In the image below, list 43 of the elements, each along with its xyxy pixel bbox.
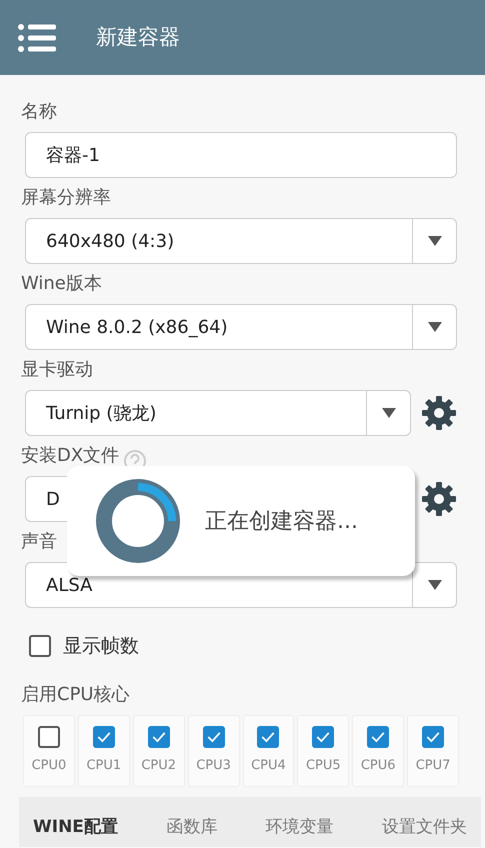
checkbox[interactable] <box>257 726 280 748</box>
checkbox[interactable] <box>422 726 444 748</box>
dropdown[interactable]: Turnip (骁龙) <box>25 390 411 436</box>
cpu-label: CPU7 <box>416 756 450 775</box>
dropdown-caret-icon <box>428 236 442 246</box>
cpu-label: CPU0 <box>32 756 66 775</box>
field-label: 名称 <box>21 101 57 123</box>
cpu-label: CPU3 <box>196 756 231 775</box>
settings-icon[interactable] <box>421 481 457 517</box>
dropdown[interactable]: Wine 8.0.2 (x86_64) <box>25 304 457 350</box>
checkbox[interactable] <box>202 726 225 748</box>
cpu-label: CPU2 <box>141 756 176 775</box>
section-label: 启用CPU核心 <box>21 684 130 706</box>
menu-icon[interactable] <box>18 22 56 52</box>
field-label: Wine版本 <box>21 273 102 295</box>
cpu-label: CPU1 <box>86 756 122 775</box>
checkbox[interactable] <box>312 726 334 748</box>
cpu-label: CPU5 <box>306 756 341 775</box>
tab[interactable]: 环境变量 <box>262 815 338 840</box>
screen-title: 新建容器 <box>96 24 180 51</box>
dropdown[interactable]: 640x480 (4:3) <box>25 218 457 264</box>
tab[interactable]: 函数库 <box>162 815 222 840</box>
field-label: 显卡驱动 <box>21 359 93 381</box>
dropdown-caret-icon <box>382 408 396 418</box>
checkbox[interactable] <box>38 726 60 748</box>
text-field[interactable]: 容器-1 <box>25 132 457 178</box>
settings-icon[interactable] <box>421 395 457 431</box>
dialog-message: 正在创建容器... <box>205 508 358 536</box>
checkbox[interactable] <box>29 635 51 658</box>
dropdown-caret-icon <box>428 580 442 590</box>
checkbox-label: 显示帧数 <box>63 634 139 659</box>
loading-spinner-icon <box>95 478 181 564</box>
field-label: 声音 <box>21 531 57 553</box>
checkbox[interactable] <box>92 726 115 748</box>
field-label: 屏幕分辨率 <box>21 187 111 209</box>
tab[interactable]: 设置文件夹 <box>378 815 471 840</box>
checkbox[interactable] <box>367 726 390 748</box>
field-label: 安装DX文件 <box>21 445 120 467</box>
cpu-label: CPU4 <box>251 756 286 775</box>
dropdown-caret-icon <box>428 322 442 332</box>
tab[interactable]: WINE配置 <box>29 815 122 840</box>
cpu-label: CPU6 <box>360 756 396 775</box>
checkbox[interactable] <box>148 726 170 748</box>
